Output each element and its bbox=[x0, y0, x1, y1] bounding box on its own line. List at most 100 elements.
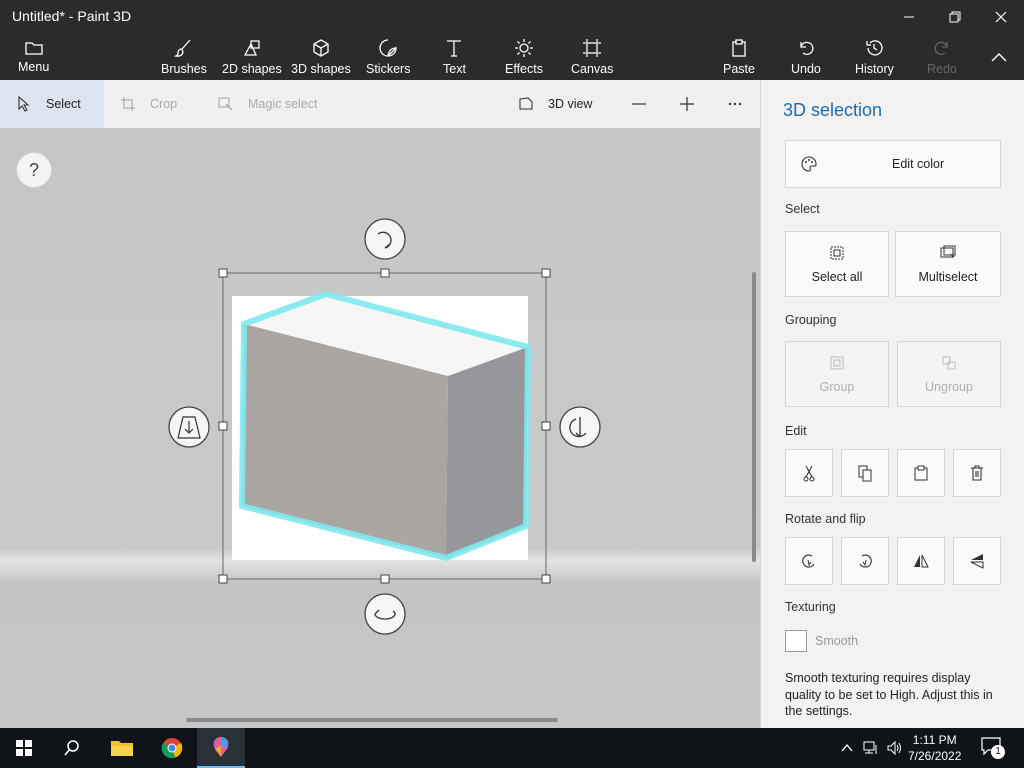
notifications-button[interactable]: 1 bbox=[980, 736, 1008, 760]
minimize-icon bbox=[904, 16, 914, 18]
windows-icon bbox=[16, 740, 32, 756]
scissors-icon bbox=[803, 465, 815, 482]
flip-vertical-button[interactable] bbox=[953, 537, 1001, 585]
flip-horizontal-button[interactable] bbox=[897, 537, 945, 585]
ribbon-bar: Untitled* - Paint 3D Menu Brushes 2D sha… bbox=[0, 0, 1024, 80]
select-tool-label: Select bbox=[46, 97, 81, 111]
paste-panel-button[interactable] bbox=[897, 449, 945, 497]
group-icon bbox=[830, 356, 844, 370]
history-button[interactable]: History bbox=[855, 38, 894, 76]
delete-button[interactable] bbox=[953, 449, 1001, 497]
magic-select-icon bbox=[218, 97, 233, 111]
clipboard-icon bbox=[732, 39, 746, 57]
resize-handle-top-right[interactable] bbox=[541, 268, 551, 278]
redo-button[interactable]: Redo bbox=[927, 38, 957, 76]
rotate-left-icon bbox=[802, 554, 815, 568]
copy-icon bbox=[858, 465, 872, 482]
volume-icon[interactable] bbox=[886, 740, 904, 756]
crop-label: Crop bbox=[150, 97, 178, 111]
resize-handle-bottom[interactable] bbox=[380, 574, 390, 584]
brushes-label: Brushes bbox=[161, 62, 207, 76]
restore-icon bbox=[949, 11, 961, 23]
rotate-right-button[interactable] bbox=[841, 537, 889, 585]
resize-handle-bottom-right[interactable] bbox=[541, 574, 551, 584]
copy-button[interactable] bbox=[841, 449, 889, 497]
chevron-up-icon[interactable] bbox=[988, 46, 1010, 68]
chrome-button[interactable] bbox=[148, 728, 196, 768]
history-label: History bbox=[855, 62, 894, 76]
resize-handle-top[interactable] bbox=[380, 268, 390, 278]
vertical-scrollbar[interactable] bbox=[752, 272, 756, 562]
resize-handle-bottom-left[interactable] bbox=[218, 574, 228, 584]
edit-color-label: Edit color bbox=[892, 157, 945, 171]
zoom-in-button[interactable] bbox=[679, 80, 709, 128]
edit-color-button[interactable]: Edit color bbox=[785, 140, 1001, 188]
cut-button[interactable] bbox=[785, 449, 833, 497]
minimize-button[interactable] bbox=[886, 2, 932, 32]
paint3d-taskbar-button[interactable] bbox=[197, 728, 245, 768]
file-explorer-button[interactable] bbox=[98, 728, 146, 768]
select-all-icon bbox=[830, 246, 844, 260]
rotate-y-handle[interactable] bbox=[364, 593, 406, 635]
selection-toolbar: Select Crop Magic select 3D view bbox=[0, 80, 760, 128]
magic-select-button[interactable]: Magic select bbox=[218, 80, 317, 128]
smooth-checkbox[interactable] bbox=[785, 630, 807, 652]
start-button[interactable] bbox=[0, 728, 48, 768]
canvas-label: Canvas bbox=[571, 62, 614, 76]
search-button[interactable] bbox=[48, 728, 96, 768]
ungroup-label: Ungroup bbox=[925, 380, 973, 394]
multiselect-label: Multiselect bbox=[918, 270, 978, 284]
select-section-label: Select bbox=[785, 202, 820, 216]
resize-handle-right[interactable] bbox=[541, 421, 551, 431]
select-tool-button[interactable]: Select bbox=[0, 80, 104, 128]
brushes-button[interactable]: Brushes bbox=[161, 38, 207, 76]
group-button[interactable]: Group bbox=[785, 341, 889, 407]
flip-vertical-icon bbox=[970, 554, 984, 569]
shapes-2d-button[interactable]: 2D shapes bbox=[222, 38, 282, 76]
clock-date: 7/26/2022 bbox=[908, 749, 962, 763]
select-all-label: Select all bbox=[811, 270, 863, 284]
canvas-workspace[interactable]: ? bbox=[0, 128, 760, 728]
crop-button[interactable]: Crop bbox=[120, 80, 177, 128]
text-icon bbox=[447, 40, 462, 57]
restore-button[interactable] bbox=[932, 2, 978, 32]
ungroup-button[interactable]: Ungroup bbox=[897, 341, 1001, 407]
multiselect-button[interactable]: Multiselect bbox=[895, 231, 1001, 297]
smooth-label: Smooth bbox=[815, 634, 859, 648]
redo-icon bbox=[934, 41, 948, 56]
depth-handle[interactable] bbox=[168, 406, 210, 448]
stickers-button[interactable]: Stickers bbox=[366, 38, 410, 76]
selected-3d-object[interactable] bbox=[0, 128, 760, 728]
side-panel: 3D selection Edit color Select Select al… bbox=[760, 80, 1024, 728]
brush-icon bbox=[173, 39, 191, 57]
rotate-z-handle[interactable] bbox=[559, 406, 601, 448]
shapes-3d-button[interactable]: 3D shapes bbox=[291, 38, 351, 76]
resize-handle-top-left[interactable] bbox=[218, 268, 228, 278]
cube-icon bbox=[313, 39, 329, 57]
more-options-button[interactable] bbox=[727, 80, 757, 128]
chevron-up-icon[interactable] bbox=[840, 741, 854, 755]
text-button[interactable]: Text bbox=[443, 38, 466, 76]
view-3d-button[interactable]: 3D view bbox=[518, 80, 592, 128]
effects-button[interactable]: Effects bbox=[505, 38, 543, 76]
clock[interactable]: 1:11 PM 7/26/2022 bbox=[908, 732, 961, 764]
rotate-left-button[interactable] bbox=[785, 537, 833, 585]
paint3d-icon bbox=[213, 737, 229, 757]
select-all-button[interactable]: Select all bbox=[785, 231, 889, 297]
paste-button[interactable]: Paste bbox=[723, 38, 755, 76]
zoom-out-button[interactable] bbox=[631, 80, 661, 128]
folder-icon bbox=[24, 42, 43, 55]
menu-button[interactable]: Menu bbox=[18, 38, 49, 74]
sun-icon bbox=[514, 39, 533, 57]
canvas-button[interactable]: Canvas bbox=[571, 38, 613, 76]
rotate-x-handle[interactable] bbox=[364, 218, 406, 260]
undo-button[interactable]: Undo bbox=[791, 38, 821, 76]
stickers-label: Stickers bbox=[366, 62, 411, 76]
chrome-icon bbox=[161, 738, 183, 759]
view-3d-icon bbox=[519, 97, 533, 110]
horizontal-scrollbar[interactable] bbox=[186, 718, 558, 722]
close-button[interactable] bbox=[978, 2, 1024, 32]
search-icon bbox=[64, 740, 79, 756]
resize-handle-left[interactable] bbox=[218, 421, 228, 431]
network-icon[interactable] bbox=[862, 740, 880, 756]
